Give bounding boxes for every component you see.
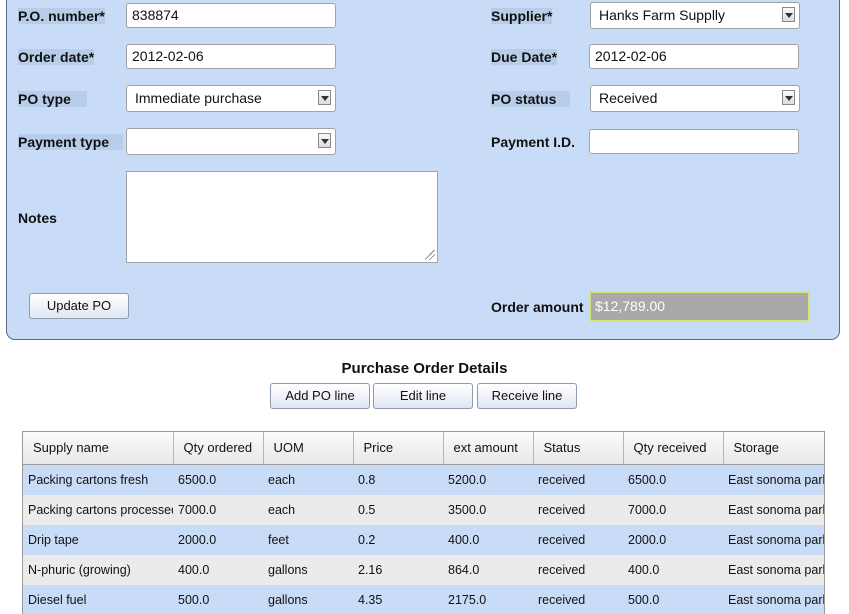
table-cell: East sonoma park [723,524,824,555]
update-po-button[interactable]: Update PO [29,293,129,319]
table-cell: 7000.0 [623,494,723,525]
edit-line-button[interactable]: Edit line [373,383,473,409]
order-date-input[interactable]: 2012-02-06 [126,44,336,69]
table-row[interactable]: Drip tape 2000.0 feet 0.2 400.0 received… [23,524,824,555]
table-cell: 2000.0 [173,524,263,555]
po-details-table: Supply name Qty ordered UOM Price ext am… [22,431,825,614]
supplier-value: Hanks Farm Supplly [599,7,726,23]
table-cell: received [533,554,623,585]
po-type-label: PO type [18,91,87,107]
column-header[interactable]: Qty received [623,432,724,465]
table-cell: 2000.0 [623,524,723,555]
table-cell: East sonoma park [723,554,824,585]
table-cell: received [533,584,623,614]
due-date-label: Due Date* [491,49,558,65]
po-status-value: Received [599,90,658,106]
table-row[interactable]: Packing cartons processed 7000.0 each 0.… [23,494,824,525]
column-header[interactable]: Price [353,432,444,465]
table-cell: 7000.0 [173,494,263,525]
column-header[interactable]: UOM [263,432,354,465]
po-status-select[interactable]: Received [590,85,800,112]
table-cell: 0.5 [353,494,443,525]
notes-textarea[interactable] [126,171,438,263]
table-cell: 500.0 [173,584,263,614]
column-header[interactable]: Status [533,432,624,465]
chevron-down-icon[interactable] [318,90,331,105]
po-form-panel: P.O. number* 838874 Supplier* Hanks Farm… [6,0,840,340]
po-type-select[interactable]: Immediate purchase [126,85,336,112]
table-cell: each [263,494,353,525]
table-cell: 2.16 [353,554,443,585]
table-cell: 6500.0 [173,464,263,495]
po-number-label: P.O. number* [18,8,105,24]
order-amount-field: $12,789.00 [589,291,810,322]
table-row[interactable]: N-phuric (growing) 400.0 gallons 2.16 86… [23,554,824,585]
table-cell: East sonoma park [723,584,824,614]
table-cell: received [533,494,623,525]
po-number-input[interactable]: 838874 [126,3,336,28]
table-cell: 4.35 [353,584,443,614]
table-cell: 3500.0 [443,494,533,525]
table-cell: received [533,464,623,495]
table-cell: 500.0 [623,584,723,614]
payment-id-input[interactable] [589,129,799,154]
table-cell: Packing cartons processed [23,494,173,525]
resize-grip-icon[interactable] [425,250,435,260]
table-cell: 400.0 [623,554,723,585]
supplier-label: Supplier* [491,8,553,24]
column-header[interactable]: Supply name [23,432,174,465]
column-header[interactable]: Storage [723,432,824,465]
chevron-down-icon[interactable] [782,90,795,105]
add-po-line-button[interactable]: Add PO line [270,383,370,409]
table-cell: Diesel fuel [23,584,173,614]
column-header[interactable]: Qty ordered [173,432,264,465]
column-header[interactable]: ext amount [443,432,534,465]
table-cell: each [263,464,353,495]
notes-label: Notes [18,210,57,226]
order-amount-label: Order amount [491,299,584,315]
payment-id-label: Payment I.D. [491,134,576,150]
payment-type-label: Payment type [18,134,124,150]
table-cell: East sonoma park [723,464,824,495]
table-cell: Drip tape [23,524,173,555]
table-cell: 0.8 [353,464,443,495]
table-cell: gallons [263,584,353,614]
table-cell: 6500.0 [623,464,723,495]
details-title: Purchase Order Details [341,360,508,377]
chevron-down-icon[interactable] [782,7,795,22]
receive-line-button[interactable]: Receive line [477,383,577,409]
table-cell: 400.0 [173,554,263,585]
supplier-select[interactable]: Hanks Farm Supplly [590,2,800,29]
table-cell: received [533,524,623,555]
table-cell: 5200.0 [443,464,533,495]
table-row[interactable]: Diesel fuel 500.0 gallons 4.35 2175.0 re… [23,584,824,614]
order-date-label: Order date* [18,49,95,65]
payment-type-select[interactable] [126,128,336,155]
table-cell: 0.2 [353,524,443,555]
table-cell: 864.0 [443,554,533,585]
table-header-row: Supply name Qty ordered UOM Price ext am… [23,432,824,465]
table-cell: gallons [263,554,353,585]
table-cell: 400.0 [443,524,533,555]
due-date-input[interactable]: 2012-02-06 [589,44,799,69]
po-status-label: PO status [491,91,571,107]
table-cell: East sonoma park [723,494,824,525]
table-cell: Packing cartons fresh [23,464,173,495]
table-cell: feet [263,524,353,555]
table-row[interactable]: Packing cartons fresh 6500.0 each 0.8 52… [23,464,824,495]
table-cell: N-phuric (growing) [23,554,173,585]
chevron-down-icon[interactable] [318,133,331,148]
table-cell: 2175.0 [443,584,533,614]
po-type-value: Immediate purchase [135,90,262,106]
